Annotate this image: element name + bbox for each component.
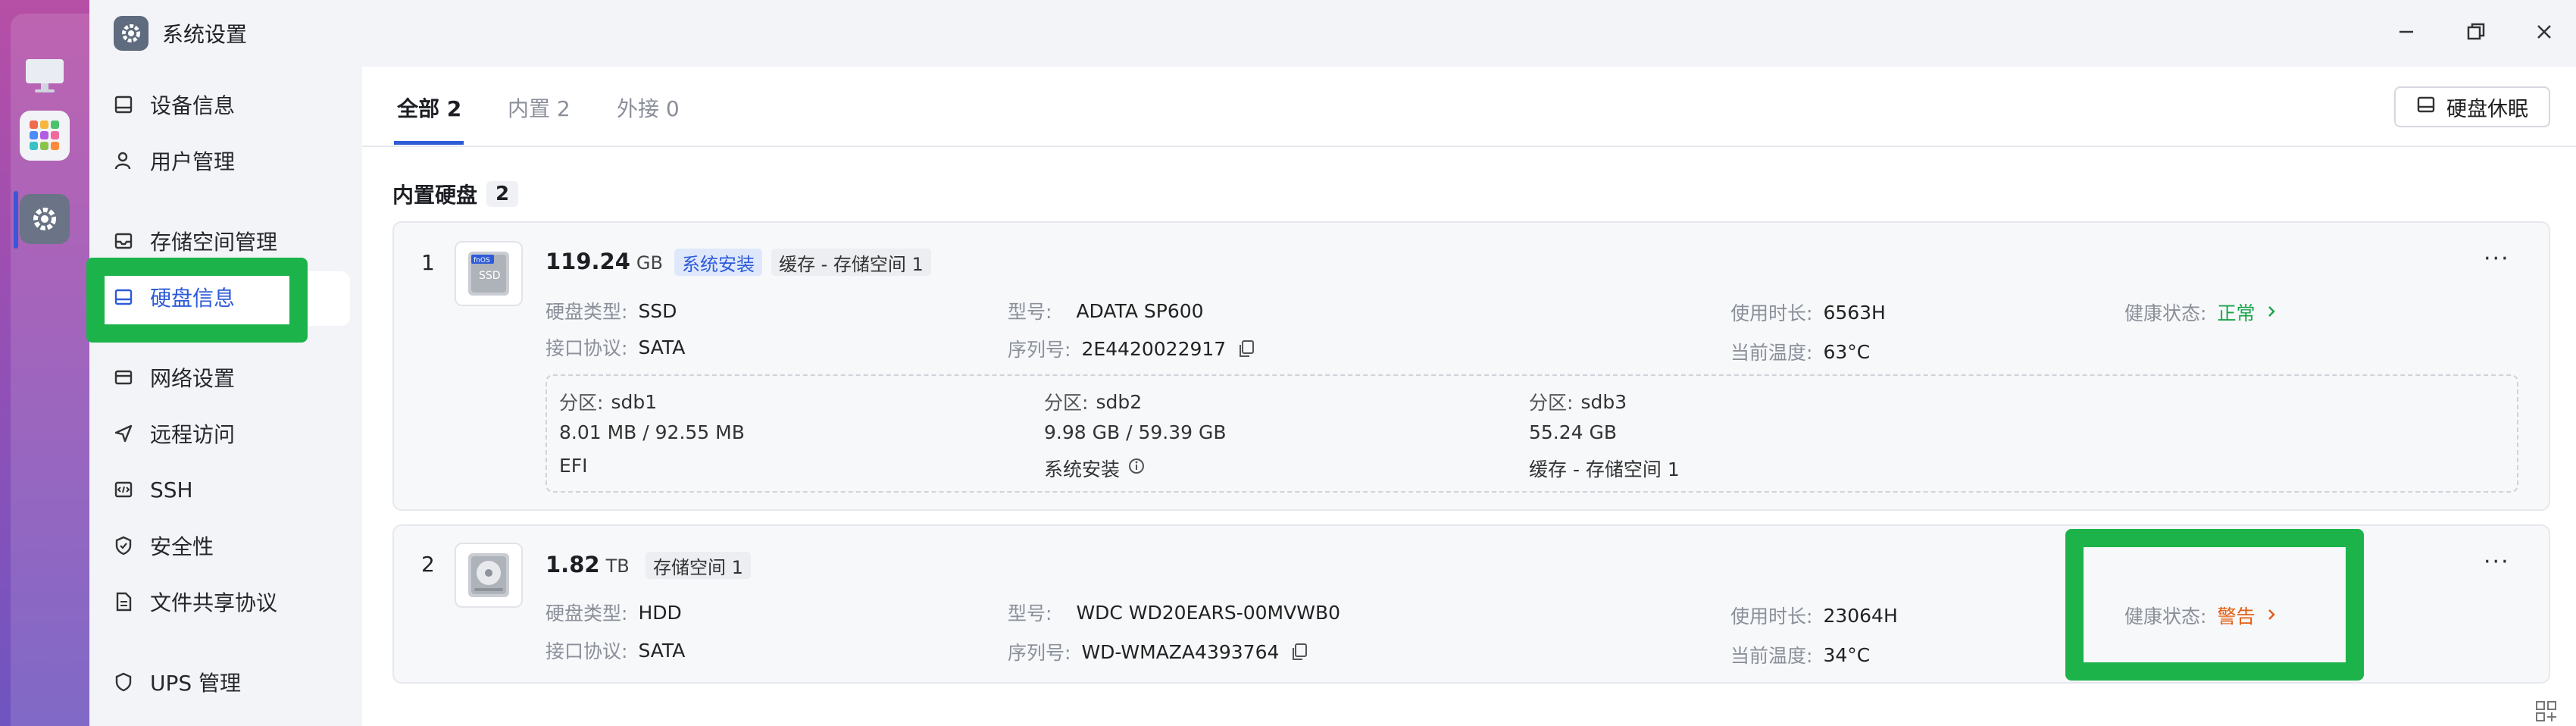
disk-model: 型号: WDC WD20EARS-00MVWB0 <box>1008 601 1341 625</box>
ssh-icon <box>112 478 135 501</box>
sidebar-item-ssh[interactable]: SSH <box>112 468 193 511</box>
sidebar-item-users[interactable]: 用户管理 <box>112 139 235 182</box>
copy-icon[interactable] <box>1290 642 1309 662</box>
disk-capacity: 119.24 GB <box>546 249 663 274</box>
disk-temperature: 当前温度: 34°C <box>1730 643 1871 668</box>
highlight-box-disk-info <box>86 258 308 343</box>
monitor-icon[interactable] <box>20 50 70 100</box>
sidebar-item-label: 网络设置 <box>150 366 236 391</box>
disk-index: 1 <box>421 250 435 275</box>
more-options-icon[interactable]: ··· <box>2484 549 2510 575</box>
chevron-right-icon <box>2265 302 2277 324</box>
sidebar-item-label: 安全性 <box>150 534 214 559</box>
tag-system-install: 系统安装 <box>674 249 762 276</box>
highlight-box-health-warning <box>2065 529 2364 681</box>
disk-serial: 序列号: WD-WMAZA4393764 <box>1008 638 1309 665</box>
sidebar-item-file-share[interactable]: 文件共享协议 <box>112 580 277 623</box>
tab-all[interactable]: 全部 2 <box>397 92 461 123</box>
hdd-disk-icon <box>455 543 523 608</box>
shield-icon <box>112 534 135 557</box>
more-options-icon[interactable]: ··· <box>2484 246 2510 272</box>
disk-temperature: 当前温度: 63°C <box>1730 340 1871 365</box>
disk-interface: 接口协议: SATA <box>546 639 686 663</box>
sidebar-item-security[interactable]: 安全性 <box>112 524 214 567</box>
disk-usage-hours: 使用时长: 23064H <box>1730 604 1898 628</box>
app-title-bar: 系统设置 <box>114 15 247 52</box>
settings-app-icon <box>114 16 148 51</box>
tag-storage-space: 存储空间 1 <box>646 552 751 579</box>
section-count-badge: 2 <box>486 181 519 207</box>
minimize-icon[interactable] <box>2391 17 2421 47</box>
ups-icon <box>112 671 135 693</box>
sidebar-item-label: 远程访问 <box>150 422 236 447</box>
disk-sleep-label: 硬盘休眠 <box>2446 97 2528 121</box>
app-center-icon[interactable] <box>20 111 70 161</box>
sidebar-item-label: 用户管理 <box>150 149 236 174</box>
disk-index: 2 <box>421 552 435 577</box>
sidebar-item-storage[interactable]: 存储空间管理 <box>112 220 277 262</box>
sidebar-item-device-info[interactable]: 设备信息 <box>112 83 235 126</box>
disk-type: 硬盘类型: HDD <box>546 601 682 625</box>
svg-text:SSD: SSD <box>479 270 501 282</box>
tab-external[interactable]: 外接 0 <box>617 92 680 123</box>
user-icon <box>112 149 135 172</box>
disk-model: 型号: ADATA SP600 <box>1008 299 1204 324</box>
disk-capacity: 1.82 TB <box>546 552 630 577</box>
sidebar-item-label: UPS 管理 <box>150 671 242 696</box>
sidebar-item-label: 存储空间管理 <box>150 230 278 255</box>
disk-health[interactable]: 健康状态: 正常 <box>2124 299 2277 326</box>
app-title: 系统设置 <box>162 22 248 47</box>
disk-icon <box>2416 95 2436 120</box>
svg-text:fnOS: fnOS <box>474 257 490 264</box>
disk-type: 硬盘类型: SSD <box>546 299 677 324</box>
tab-bar <box>362 67 2576 147</box>
tab-active-underline <box>394 141 464 145</box>
sidebar-item-label: SSH <box>150 477 193 502</box>
sidebar-item-ups[interactable]: UPS 管理 <box>112 661 241 703</box>
section-title-text: 内置硬盘 <box>392 183 478 208</box>
disk-interface: 接口协议: SATA <box>546 336 686 360</box>
sidebar-item-label: 设备信息 <box>150 93 236 118</box>
ssd-disk-icon: fnOS SSD <box>455 241 523 306</box>
info-icon[interactable] <box>1127 457 1146 480</box>
section-title: 内置硬盘 2 <box>392 179 519 209</box>
dock <box>0 0 89 726</box>
tag-cache: 缓存 - 存储空间 1 <box>771 249 931 276</box>
dock-active-indicator <box>14 191 18 249</box>
grid-add-icon[interactable] <box>2535 700 2558 723</box>
sidebar-item-network[interactable]: 网络设置 <box>112 356 235 399</box>
close-icon[interactable] <box>2529 17 2559 47</box>
disk-sleep-button[interactable]: 硬盘休眠 <box>2394 86 2550 127</box>
remote-icon <box>112 422 135 445</box>
tab-internal[interactable]: 内置 2 <box>508 92 571 123</box>
settings-gear-icon[interactable] <box>20 194 70 244</box>
sidebar-item-label: 文件共享协议 <box>150 590 278 615</box>
maximize-icon[interactable] <box>2461 17 2491 47</box>
network-icon <box>112 366 135 389</box>
file-share-icon <box>112 590 135 613</box>
disk-usage-hours: 使用时长: 6563H <box>1730 301 1886 325</box>
sidebar-item-remote[interactable]: 远程访问 <box>112 412 235 455</box>
copy-icon[interactable] <box>1236 339 1256 358</box>
disk-serial: 序列号: 2E4420022917 <box>1008 335 1256 362</box>
storage-icon <box>112 230 135 252</box>
device-info-icon <box>112 93 135 116</box>
